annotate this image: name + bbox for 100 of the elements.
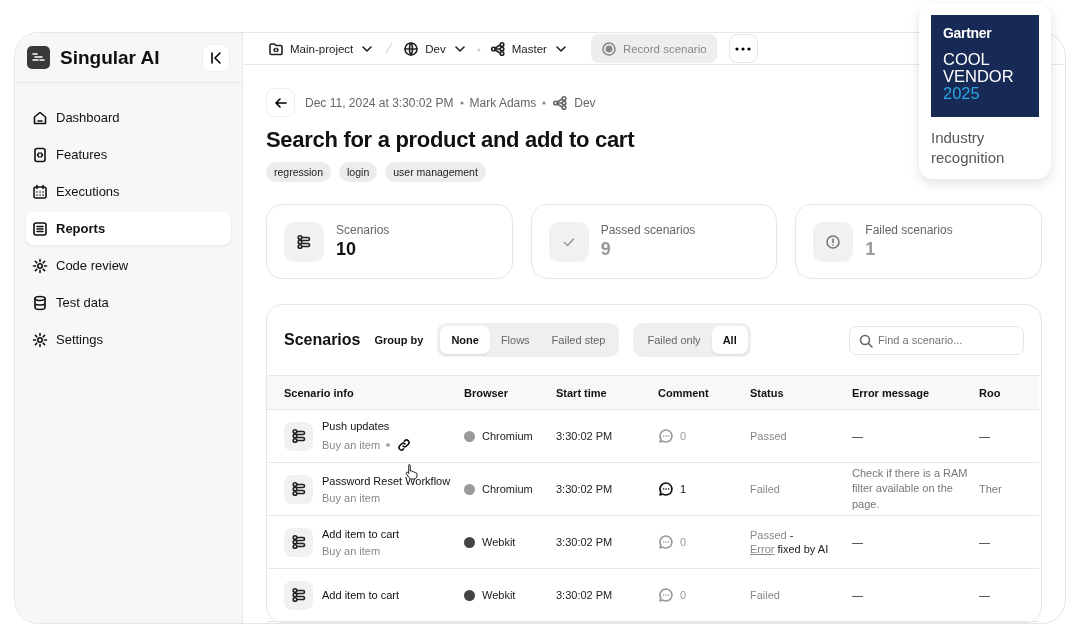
error-link[interactable]: Error xyxy=(750,543,775,555)
scenario-name: Add item to cart xyxy=(322,527,400,540)
collapse-icon xyxy=(208,49,224,66)
column-header: Error message xyxy=(852,376,979,410)
brand-name: Singular AI xyxy=(60,46,161,69)
search-icon xyxy=(858,332,874,349)
error-message: — xyxy=(852,589,863,601)
branch-icon xyxy=(489,40,506,57)
collapse-sidebar-button[interactable] xyxy=(202,43,230,72)
separator-dot-icon xyxy=(542,100,547,105)
flow-name: Buy an item xyxy=(322,438,381,451)
column-header: Status xyxy=(750,376,852,410)
gear-icon xyxy=(32,331,48,348)
column-header: Roo xyxy=(979,376,1039,410)
comment-count: 1 xyxy=(680,483,687,495)
project-dropdown[interactable]: Main-project xyxy=(266,40,378,57)
stat-value: 1 xyxy=(865,239,877,260)
separator-dot-icon xyxy=(459,100,464,105)
error-message: — xyxy=(852,536,863,548)
column-header: Start time xyxy=(556,376,658,410)
search-field[interactable]: Find a scenario... xyxy=(849,325,1024,355)
segment-option[interactable]: All xyxy=(711,326,748,354)
column-header: Comment xyxy=(658,376,750,410)
tag: regression xyxy=(266,162,332,182)
more-icon xyxy=(735,46,752,51)
sidebar-item[interactable]: Test data xyxy=(26,286,231,319)
separator: - xyxy=(789,529,794,541)
error-message: — xyxy=(852,430,863,442)
record-icon xyxy=(600,40,617,57)
separator-icon xyxy=(385,41,394,56)
stat-label: Scenarios xyxy=(336,223,390,237)
sidebar-item[interactable]: Code review xyxy=(26,249,231,282)
section-title: Scenarios xyxy=(284,331,361,349)
stat-value: 10 xyxy=(336,239,358,260)
table-cell: Ther xyxy=(979,483,1002,495)
award-brand: Gartner xyxy=(943,25,993,41)
steps-icon xyxy=(296,233,312,250)
status-text: Failed xyxy=(750,483,780,495)
steps-icon xyxy=(290,481,307,497)
status-text: Passed xyxy=(750,529,787,541)
stat-value: 9 xyxy=(600,239,612,260)
segment-option[interactable]: Failed only xyxy=(636,326,712,354)
steps-icon xyxy=(290,587,307,603)
sidebar-item[interactable]: Dashboard xyxy=(26,101,231,134)
table-cell: — xyxy=(979,536,990,548)
browser-name: Webkit xyxy=(482,589,516,601)
segment-option[interactable]: None xyxy=(440,326,490,354)
page-title: Search for a product and add to cart xyxy=(266,127,635,153)
sidebar-item[interactable]: Executions xyxy=(26,175,231,208)
start-time: 3:30:02 PM xyxy=(556,536,613,548)
environment-label: Dev xyxy=(574,95,596,110)
column-header: Scenario info xyxy=(267,376,464,410)
flow-name: Buy an item xyxy=(322,491,381,504)
alert-icon xyxy=(825,233,842,250)
segment-option[interactable]: Failed step xyxy=(540,326,617,354)
start-time: 3:30:02 PM xyxy=(556,589,613,601)
comment-count: 0 xyxy=(680,589,687,601)
status-text: Failed xyxy=(750,589,780,601)
branch-dropdown[interactable]: Master xyxy=(487,40,571,57)
error-message: Check if there is a RAM filter available on the page. xyxy=(852,465,969,512)
comment-count: 0 xyxy=(680,536,687,548)
column-header: Browser xyxy=(464,376,556,410)
segment-option[interactable]: Flows xyxy=(489,326,541,354)
browser-name: Chromium xyxy=(482,483,533,495)
back-button[interactable] xyxy=(266,88,295,117)
steps-icon xyxy=(290,534,307,550)
folder-icon xyxy=(268,40,284,57)
steps-icon xyxy=(290,428,307,444)
start-time: 3:30:02 PM xyxy=(556,430,613,442)
scenario-name: Push updates xyxy=(322,419,391,432)
status-text: Passed xyxy=(750,430,787,442)
logo-icon xyxy=(27,46,50,69)
database-icon xyxy=(32,294,48,311)
browser-name: Chromium xyxy=(482,430,533,442)
fix-note: fixed by AI xyxy=(777,543,829,555)
table-cell: — xyxy=(979,430,990,442)
environment-dropdown[interactable]: Dev xyxy=(401,40,470,57)
badge-caption: Industry recognition xyxy=(931,128,1006,168)
calendar-icon xyxy=(32,183,48,200)
start-time: 3:30:02 PM xyxy=(556,483,613,495)
stat-label: Passed scenarios xyxy=(600,223,696,237)
list-icon xyxy=(32,220,48,237)
globe-icon xyxy=(403,40,420,57)
gear-icon xyxy=(32,257,48,274)
sidebar-item[interactable]: Settings xyxy=(26,323,231,356)
home-icon xyxy=(32,109,48,126)
author-name: Mark Adams xyxy=(469,95,537,110)
tag: user management xyxy=(385,162,486,182)
tag: login xyxy=(339,162,378,182)
sidebar-item[interactable]: Features xyxy=(26,138,231,171)
award-text: COOL xyxy=(943,51,991,68)
more-button[interactable] xyxy=(728,34,758,63)
table-cell: — xyxy=(979,589,990,601)
comment-count: 0 xyxy=(680,430,687,442)
award-year: 2025 xyxy=(943,85,981,102)
timestamp: Dec 11, 2024 at 3:30:02 PM xyxy=(305,95,454,110)
flow-name: Buy an item xyxy=(322,544,381,557)
sidebar-item[interactable]: Reports xyxy=(26,212,231,245)
scenario-name: Add item to cart xyxy=(322,589,400,601)
browser-name: Webkit xyxy=(482,536,516,548)
